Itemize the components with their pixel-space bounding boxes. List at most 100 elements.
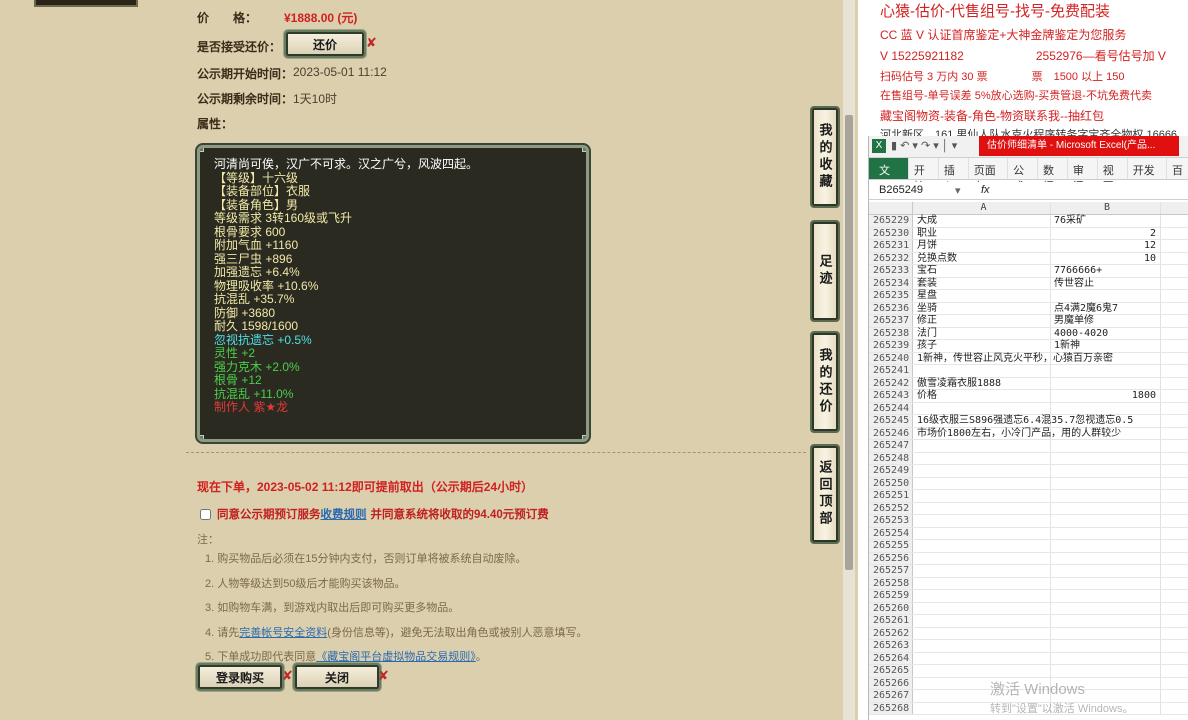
row-number[interactable]: 265232 xyxy=(869,252,913,264)
row-number[interactable]: 265265 xyxy=(869,665,913,677)
cell-b[interactable] xyxy=(1051,552,1161,564)
row-number[interactable]: 265235 xyxy=(869,290,913,302)
scrollbar-thumb[interactable] xyxy=(845,115,853,570)
page-scrollbar[interactable] xyxy=(843,0,855,720)
excel-tab[interactable]: 插入 xyxy=(939,158,969,193)
row-number[interactable]: 265245 xyxy=(869,415,913,427)
cell-b[interactable] xyxy=(1051,440,1161,452)
login-buy-button[interactable]: 登录购买 xyxy=(196,663,284,691)
cell-a[interactable]: 大成 xyxy=(913,215,1051,227)
row-number[interactable]: 265246 xyxy=(869,427,913,439)
cell-b[interactable] xyxy=(1051,490,1161,502)
excel-tab[interactable]: 公式 xyxy=(1008,158,1038,193)
cell-a[interactable] xyxy=(913,452,1051,464)
column-header-b[interactable]: B xyxy=(1051,202,1161,214)
row-number[interactable]: 265264 xyxy=(869,652,913,664)
cell-a[interactable] xyxy=(913,502,1051,514)
cell-a[interactable]: 兑换点数 xyxy=(913,252,1051,264)
sidebar-my-bargain-button[interactable]: 我的还价 xyxy=(810,331,840,433)
excel-tab[interactable]: 文件 xyxy=(869,158,909,193)
row-number[interactable]: 265262 xyxy=(869,627,913,639)
cell-b[interactable] xyxy=(1051,377,1161,389)
cell-a[interactable] xyxy=(913,527,1051,539)
row-number[interactable]: 265266 xyxy=(869,677,913,689)
row-number[interactable]: 265230 xyxy=(869,227,913,239)
row-number[interactable]: 265236 xyxy=(869,302,913,314)
cell-b[interactable] xyxy=(1051,502,1161,514)
row-number[interactable]: 265231 xyxy=(869,240,913,252)
cell-b[interactable] xyxy=(1051,452,1161,464)
cell-b[interactable] xyxy=(1051,665,1161,677)
cell-a[interactable] xyxy=(913,665,1051,677)
cell-b[interactable]: 1800 xyxy=(1051,390,1161,402)
excel-tab[interactable]: 视图 xyxy=(1098,158,1128,193)
sidebar-favorites-button[interactable]: 我的收藏 xyxy=(810,106,840,208)
cell-a[interactable]: 星盘 xyxy=(913,290,1051,302)
cell-b[interactable] xyxy=(1051,465,1161,477)
quick-access-toolbar[interactable]: ▮ ↶ ▾ ↷ ▾ │ ▾ xyxy=(891,139,957,152)
cell-a[interactable] xyxy=(913,540,1051,552)
row-number[interactable]: 265244 xyxy=(869,402,913,414)
row-number[interactable]: 265251 xyxy=(869,490,913,502)
cell-b[interactable]: 点4满2魔6鬼7 xyxy=(1051,302,1161,314)
excel-tab[interactable]: 开始 xyxy=(909,158,939,193)
cell-a[interactable]: 孩子 xyxy=(913,340,1051,352)
cell-b[interactable] xyxy=(1051,477,1161,489)
agree-checkbox[interactable] xyxy=(200,508,211,520)
cell-a[interactable] xyxy=(913,490,1051,502)
cell-b[interactable]: 12 xyxy=(1051,240,1161,252)
cell-b[interactable] xyxy=(1051,402,1161,414)
cell-b[interactable] xyxy=(1051,290,1161,302)
cell-b[interactable] xyxy=(1051,515,1161,527)
excel-tab[interactable]: 开发工 xyxy=(1128,158,1168,193)
cell-b[interactable]: 1新神 xyxy=(1051,340,1161,352)
excel-tab[interactable]: 百 xyxy=(1167,158,1188,179)
column-header-a[interactable]: A xyxy=(913,202,1051,214)
cell-b[interactable] xyxy=(1051,352,1161,364)
row-number[interactable]: 265263 xyxy=(869,640,913,652)
cell-a[interactable] xyxy=(913,565,1051,577)
row-number[interactable]: 265257 xyxy=(869,565,913,577)
row-number[interactable]: 265229 xyxy=(869,215,913,227)
row-number[interactable]: 265243 xyxy=(869,390,913,402)
row-number[interactable]: 265268 xyxy=(869,702,913,714)
cell-b[interactable]: 10 xyxy=(1051,252,1161,264)
cell-a[interactable]: 坐骑 xyxy=(913,302,1051,314)
cell-b[interactable] xyxy=(1051,602,1161,614)
row-number[interactable]: 265256 xyxy=(869,552,913,564)
cell-b[interactable]: 男魔单修 xyxy=(1051,315,1161,327)
cell-a[interactable] xyxy=(913,465,1051,477)
row-number[interactable]: 265241 xyxy=(869,365,913,377)
row-number[interactable]: 265250 xyxy=(869,477,913,489)
cell-b[interactable] xyxy=(1051,627,1161,639)
cell-a[interactable] xyxy=(913,615,1051,627)
cell-a[interactable] xyxy=(913,402,1051,414)
cell-a[interactable]: 职业 xyxy=(913,227,1051,239)
cell-a[interactable] xyxy=(913,577,1051,589)
row-number[interactable]: 265234 xyxy=(869,277,913,289)
cell-a[interactable]: 傲雪凌霜衣服1888 xyxy=(913,377,1051,389)
excel-tab[interactable]: 页面布 xyxy=(969,158,1009,193)
row-number[interactable]: 265260 xyxy=(869,602,913,614)
cell-a[interactable]: 月饼 xyxy=(913,240,1051,252)
cell-a[interactable]: 宝石 xyxy=(913,265,1051,277)
cell-b[interactable] xyxy=(1051,590,1161,602)
cell-a[interactable] xyxy=(913,477,1051,489)
row-number[interactable]: 265240 xyxy=(869,352,913,364)
cell-a[interactable]: 法门 xyxy=(913,327,1051,339)
cell-b[interactable] xyxy=(1051,577,1161,589)
row-number[interactable]: 265237 xyxy=(869,315,913,327)
cell-b[interactable]: 传世容止 xyxy=(1051,277,1161,289)
row-number[interactable]: 265239 xyxy=(869,340,913,352)
cell-a[interactable] xyxy=(913,652,1051,664)
cell-a[interactable] xyxy=(913,365,1051,377)
spreadsheet-grid[interactable]: A B 265229 大成 76采矿 265230 职业 2 265231 月饼 12 26523… xyxy=(869,202,1188,715)
cell-a[interactable]: 16级衣服三S896强遗忘6.4混35.7忽视遗忘0.5 xyxy=(913,415,1133,427)
row-number[interactable]: 265255 xyxy=(869,540,913,552)
sidebar-footprint-button[interactable]: 足迹 xyxy=(810,220,840,322)
note-link[interactable]: 完善帐号安全资料 xyxy=(239,627,327,639)
cell-a[interactable] xyxy=(913,552,1051,564)
sidebar-back-top-button[interactable]: 返回顶部 xyxy=(810,444,840,544)
cell-b[interactable] xyxy=(1051,427,1161,439)
row-number[interactable]: 265252 xyxy=(869,502,913,514)
